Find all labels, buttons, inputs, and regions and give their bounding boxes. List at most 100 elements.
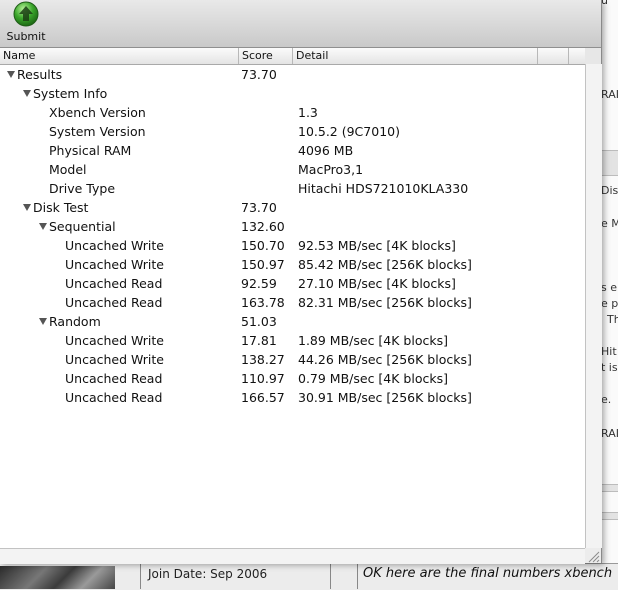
row-name: System Version <box>49 124 146 139</box>
row-score: 73.70 <box>241 200 277 215</box>
row-score: 163.78 <box>241 295 285 310</box>
divider <box>330 564 331 589</box>
row-detail: 30.91 MB/sec [256K blocks] <box>298 390 472 405</box>
user-avatar-image <box>0 566 115 589</box>
table-header: Name Score Detail <box>0 48 585 65</box>
table-row[interactable]: Disk Test 73.70 <box>0 198 585 217</box>
background-text-fragment: u <box>601 0 608 7</box>
row-score: 110.97 <box>241 371 285 386</box>
row-name: Uncached Read <box>65 295 163 310</box>
row-score: 150.97 <box>241 257 285 272</box>
row-detail: MacPro3,1 <box>298 162 364 177</box>
background-text-fragment: RAI <box>601 88 618 101</box>
row-detail: 1.89 MB/sec [4K blocks] <box>298 333 448 348</box>
row-name: Physical RAM <box>49 143 132 158</box>
background-table-row <box>600 150 618 176</box>
table-row[interactable]: System Version 10.5.2 (9C7010) <box>0 122 585 141</box>
row-detail: 27.10 MB/sec [4K blocks] <box>298 276 456 291</box>
row-detail: 92.53 MB/sec [4K blocks] <box>298 238 456 253</box>
column-header-name[interactable]: Name <box>0 48 239 64</box>
row-detail: 4096 MB <box>298 143 354 158</box>
row-name: Uncached Write <box>65 352 164 367</box>
table-row[interactable]: Uncached Read 163.78 82.31 MB/sec [256K bl… <box>0 293 585 312</box>
column-header-extra <box>538 48 569 64</box>
table-row[interactable]: Uncached Write 150.70 92.53 MB/sec [4K blo… <box>0 236 585 255</box>
resize-grip[interactable] <box>585 548 601 563</box>
table-row[interactable]: System Info <box>0 84 585 103</box>
row-detail: 1.3 <box>298 105 318 120</box>
divider <box>357 564 358 589</box>
disclosure-triangle-icon[interactable] <box>22 88 32 98</box>
row-name: Uncached Write <box>65 238 164 253</box>
row-name: Model <box>49 162 87 177</box>
table-row[interactable]: Uncached Read 92.59 27.10 MB/sec [4K block… <box>0 274 585 293</box>
table-row[interactable]: Uncached Write 138.27 44.26 MB/sec [256K b… <box>0 350 585 369</box>
row-name: System Info <box>33 86 108 101</box>
submit-button[interactable]: Submit <box>4 0 48 46</box>
xbench-results-window: Submit Name Score Detail Results 73.70 Sys… <box>0 0 602 564</box>
row-score: 92.59 <box>241 276 277 291</box>
row-name: Uncached Read <box>65 371 163 386</box>
table-row[interactable]: Sequential 132.60 <box>0 217 585 236</box>
row-score: 166.57 <box>241 390 285 405</box>
background-table-row <box>600 484 618 492</box>
table-row[interactable]: Xbench Version 1.3 <box>0 103 585 122</box>
row-name: Random <box>49 314 101 329</box>
row-detail: 0.79 MB/sec [4K blocks] <box>298 371 448 386</box>
table-row[interactable]: Results 73.70 <box>0 65 585 84</box>
background-text-fragment: RAI <box>601 427 618 440</box>
row-name: Results <box>17 67 63 82</box>
background-text-fragment: Th <box>607 313 618 326</box>
column-header-detail[interactable]: Detail <box>293 48 538 64</box>
row-score: 132.60 <box>241 219 285 234</box>
results-outline-table: Name Score Detail Results 73.70 System Inf… <box>0 48 585 548</box>
row-detail: 44.26 MB/sec [256K blocks] <box>298 352 472 367</box>
disclosure-triangle-icon[interactable] <box>38 221 48 231</box>
disclosure-triangle-icon[interactable] <box>6 69 16 79</box>
background-text-fragment: Dis <box>601 184 618 197</box>
row-score: 51.03 <box>241 314 277 329</box>
table-row[interactable]: Uncached Write 150.97 85.42 MB/sec [256K b… <box>0 255 585 274</box>
post-text: OK here are the final numbers xbench <box>363 566 613 581</box>
background-text-fragment: e M <box>601 217 618 230</box>
disclosure-triangle-icon[interactable] <box>22 202 32 212</box>
row-detail: 10.5.2 (9C7010) <box>298 124 400 139</box>
background-text-fragment: s e <box>601 281 617 294</box>
resize-grip-icon <box>588 551 600 563</box>
column-header-score[interactable]: Score <box>239 48 293 64</box>
table-row[interactable]: Uncached Read 110.97 0.79 MB/sec [4K block… <box>0 369 585 388</box>
row-name: Uncached Write <box>65 257 164 272</box>
vertical-scrollbar[interactable] <box>585 64 602 548</box>
horizontal-scrollbar[interactable] <box>0 548 585 564</box>
background-text-fragment: e p <box>601 297 618 310</box>
background-text-fragment: t is <box>601 361 618 374</box>
row-name: Drive Type <box>49 181 116 196</box>
row-detail: 82.31 MB/sec [256K blocks] <box>298 295 472 310</box>
row-name: Uncached Write <box>65 333 164 348</box>
disclosure-triangle-icon[interactable] <box>38 316 48 326</box>
row-score: 138.27 <box>241 352 285 367</box>
submit-label: Submit <box>6 30 46 43</box>
row-score: 150.70 <box>241 238 285 253</box>
join-date-text: Join Date: Sep 2006 <box>148 567 268 581</box>
background-text-fragment: e. <box>601 393 612 406</box>
table-row[interactable]: Random 51.03 <box>0 312 585 331</box>
table-row[interactable]: Drive Type Hitachi HDS721010KLA330 <box>0 179 585 198</box>
table-row[interactable]: Model MacPro3,1 <box>0 160 585 179</box>
table-row[interactable]: Uncached Read 166.57 30.91 MB/sec [256K bl… <box>0 388 585 407</box>
table-row[interactable]: Physical RAM 4096 MB <box>0 141 585 160</box>
table-row[interactable]: Uncached Write 17.81 1.89 MB/sec [4K block… <box>0 331 585 350</box>
row-detail: 85.42 MB/sec [256K blocks] <box>298 257 472 272</box>
green-up-arrow-icon <box>13 1 39 27</box>
background-text-fragment: Hit <box>601 345 617 358</box>
row-score: 17.81 <box>241 333 277 348</box>
row-name: Uncached Read <box>65 390 163 405</box>
row-name: Sequential <box>49 219 116 234</box>
divider <box>140 564 141 589</box>
row-detail: Hitachi HDS721010KLA330 <box>298 181 469 196</box>
toolbar: Submit <box>0 0 601 48</box>
row-name: Disk Test <box>33 200 89 215</box>
background-table-row <box>600 512 618 520</box>
row-name: Xbench Version <box>49 105 146 120</box>
row-score: 73.70 <box>241 67 277 82</box>
